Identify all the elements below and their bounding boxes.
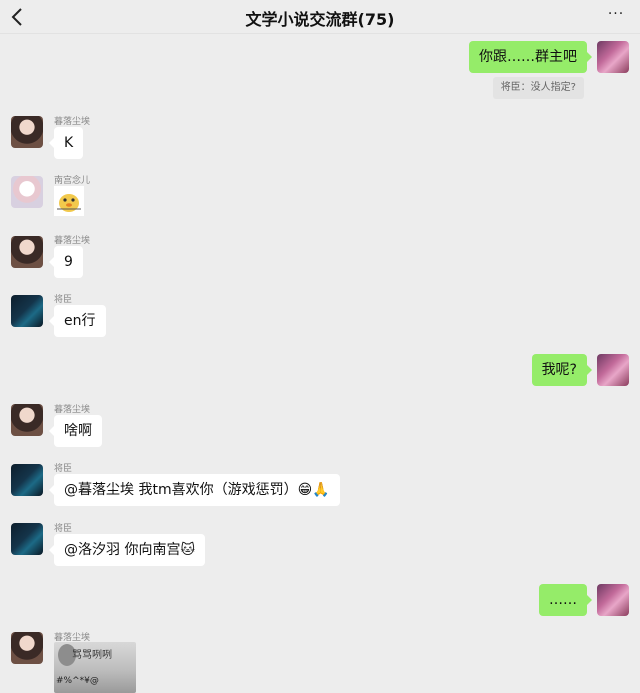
message-bubble[interactable]: en行 bbox=[49, 305, 106, 337]
message-bubble[interactable]: @洛汐羽 你向南宫🐱 bbox=[48, 534, 206, 566]
my-message-bubble[interactable]: 我呢? bbox=[531, 354, 593, 386]
quoted-reply[interactable]: 将臣：没人指定? bbox=[492, 77, 584, 99]
avatar[interactable] bbox=[11, 404, 43, 436]
avatar[interactable] bbox=[11, 236, 43, 268]
my-avatar[interactable] bbox=[597, 41, 629, 73]
sender-name: 暮落尘埃 bbox=[54, 405, 91, 415]
avatar[interactable] bbox=[11, 464, 43, 496]
message-bubble[interactable]: K bbox=[48, 127, 84, 159]
my-avatar[interactable] bbox=[597, 584, 629, 616]
more-options-icon[interactable]: ··· bbox=[606, 6, 626, 26]
chat-header: 文学小说交流群(75) ··· bbox=[0, 0, 640, 34]
avatar[interactable] bbox=[11, 632, 43, 664]
message-bubble[interactable]: 9 bbox=[49, 246, 83, 278]
my-avatar[interactable] bbox=[597, 354, 629, 386]
meme-caption-top: 骂骂咧咧 bbox=[72, 650, 112, 661]
duck-sticker-icon[interactable] bbox=[54, 186, 84, 216]
chat-title: 文学小说交流群(75) bbox=[245, 10, 395, 29]
avatar[interactable] bbox=[11, 116, 43, 148]
avatar[interactable] bbox=[11, 176, 43, 208]
my-message-bubble[interactable]: 你跟……群主吧 bbox=[469, 41, 592, 73]
message-bubble[interactable]: 啥啊 bbox=[49, 415, 102, 447]
sender-name: 将臣 bbox=[54, 295, 73, 305]
sender-name: 将臣 bbox=[54, 524, 73, 534]
avatar[interactable] bbox=[11, 523, 43, 555]
sender-name: 暮落尘埃 bbox=[54, 236, 91, 246]
sender-name: 南宫念儿 bbox=[54, 176, 91, 186]
message-bubble[interactable]: @暮落尘埃 我tm喜欢你（游戏惩罚）😁🙏 bbox=[49, 474, 340, 506]
avatar[interactable] bbox=[11, 295, 43, 327]
my-message-bubble[interactable]: …… bbox=[539, 584, 592, 616]
sender-name: 将臣 bbox=[54, 464, 73, 474]
meme-caption-bottom: #%^*¥@ bbox=[56, 676, 99, 686]
meme-image[interactable]: 骂骂咧咧 #%^*¥@ bbox=[54, 642, 136, 693]
sender-name: 暮落尘埃 bbox=[54, 117, 91, 127]
